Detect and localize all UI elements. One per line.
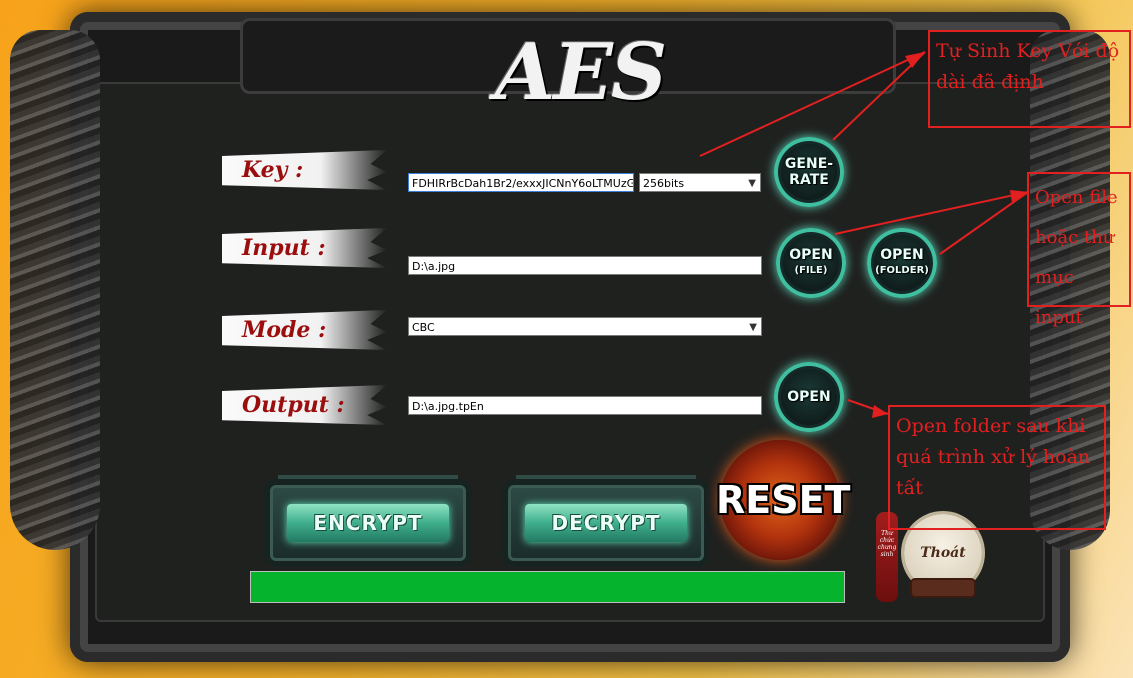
exit-banner-decoration — [912, 580, 974, 596]
open-file-button[interactable]: OPEN (FILE) — [776, 228, 846, 298]
open-folder-label-line2: (FOLDER) — [875, 265, 929, 276]
key-size-select[interactable]: 256bits ▼ — [639, 173, 761, 192]
decrypt-label: DECRYPT — [525, 504, 687, 542]
open-folder-button[interactable]: OPEN (FOLDER) — [867, 228, 937, 298]
chevron-down-icon: ▼ — [748, 178, 756, 189]
progress-bar — [250, 571, 845, 603]
mode-label: Mode : — [222, 310, 387, 350]
chevron-down-icon: ▼ — [749, 322, 757, 333]
input-path-field[interactable]: D:\a.jpg — [408, 256, 762, 275]
mode-select[interactable]: CBC ▼ — [408, 317, 762, 336]
key-input[interactable]: FDHIRrBcDah1Br2/exxxJICNnY6oLTMUzGaS — [408, 173, 634, 192]
open-file-label-line2: (FILE) — [794, 265, 828, 276]
key-label: Key : — [222, 150, 387, 190]
annotation-generate: Tự Sinh Key Với độ dài đã định — [928, 30, 1131, 128]
open-output-label: OPEN — [787, 389, 831, 405]
app-logo: AES — [494, 27, 667, 118]
output-path-field[interactable]: D:\a.jpg.tpEn — [408, 396, 762, 415]
reset-label: RESET — [716, 478, 851, 522]
dragon-ornament-left — [10, 30, 100, 550]
mode-value: CBC — [412, 321, 435, 334]
annotation-open-output: Open folder sau khi quá trình xử lý hoàn… — [888, 405, 1106, 530]
open-folder-label-line1: OPEN — [880, 247, 924, 263]
decrypt-button[interactable]: DECRYPT — [508, 485, 704, 561]
progress-fill — [251, 572, 844, 602]
generate-label-line2: RATE — [789, 172, 829, 188]
reset-button[interactable]: RESET — [716, 440, 850, 560]
input-label: Input : — [222, 228, 387, 268]
open-output-folder-button[interactable]: OPEN — [774, 362, 844, 432]
encrypt-label: ENCRYPT — [287, 504, 449, 542]
generate-label-line1: GENE- — [784, 156, 834, 172]
encrypt-button[interactable]: ENCRYPT — [270, 485, 466, 561]
generate-key-button[interactable]: GENE- RATE — [774, 137, 844, 207]
key-size-value: 256bits — [643, 177, 685, 190]
annotation-open-input: Open file hoặc thư mục input — [1027, 172, 1131, 328]
output-label: Output : — [222, 385, 387, 425]
open-file-label-line1: OPEN — [789, 247, 833, 263]
